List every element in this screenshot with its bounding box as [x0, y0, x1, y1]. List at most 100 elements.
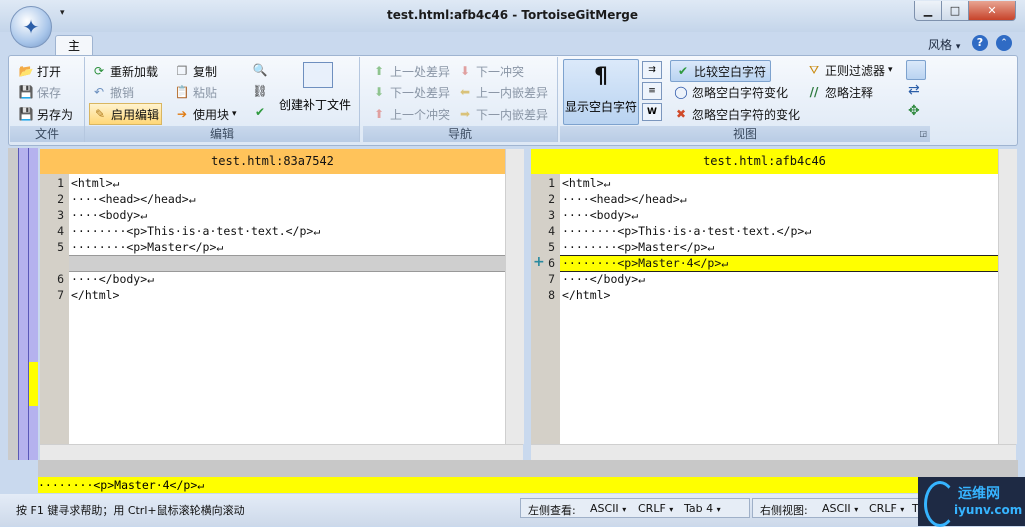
save-button[interactable]: 💾 保存: [18, 82, 62, 102]
ignore-whitespace-change-label: 忽略空白字符变化: [692, 85, 789, 100]
left-code-line: ····<head></head>↵: [71, 192, 196, 206]
left-code-line: ····</body>↵: [71, 272, 155, 286]
left-encoding-value: ASCII: [590, 502, 619, 515]
copy-button[interactable]: ❐ 复制: [174, 61, 217, 81]
right-arrow-icon: ➡: [459, 107, 471, 121]
reload-label: 重新加载: [110, 64, 159, 79]
style-menu[interactable]: 风格 ▾: [928, 36, 960, 53]
chevron-down-icon: ▾: [669, 505, 674, 514]
ignore-whitespace-change-option[interactable]: ◯ 忽略空白字符变化: [673, 82, 788, 102]
regex-filter-button[interactable]: ⛛ 正则过滤器 ▾: [806, 60, 893, 80]
ignore-whitespace-changes-option[interactable]: ✖ 忽略空白字符的变化: [673, 104, 800, 124]
right-pane-horizontal-scrollbar[interactable]: [531, 444, 1016, 461]
right-eol-dropdown[interactable]: CRLF ▾: [869, 502, 904, 515]
maximize-button[interactable]: □: [941, 1, 969, 21]
help-icon[interactable]: ?: [972, 35, 988, 51]
collapse-icon[interactable]: ✥: [908, 103, 920, 119]
style-menu-label: 风格: [928, 38, 953, 52]
location-bar-divider: [28, 148, 29, 460]
right-code-line: </html>: [562, 288, 611, 302]
show-whitespace-label: 显示空白字符: [564, 100, 637, 114]
right-pane-header: test.html:afb4c46: [531, 149, 998, 174]
find-icon[interactable]: 🔍: [252, 62, 268, 78]
next-diff-button[interactable]: ⬇ 下一处差异: [371, 82, 450, 102]
watermark-domain: iyunv.com: [954, 503, 1023, 517]
right-view-label: 右侧视图:: [760, 504, 808, 517]
left-pane-header: test.html:83a7542: [40, 149, 505, 174]
collapse-ribbon-icon[interactable]: ⌃: [996, 35, 1012, 51]
next-inline-diff-label: 下一内嵌差异: [476, 107, 549, 122]
pilcrow-icon: ¶: [594, 64, 608, 89]
right-code-line: <html>↵: [562, 176, 611, 190]
left-encoding-dropdown[interactable]: ASCII ▾: [590, 502, 626, 515]
left-line-number: 2: [57, 192, 64, 206]
prev-conflict-button[interactable]: ⬆ 上一个冲突: [371, 104, 450, 124]
maximize-icon: □: [949, 4, 961, 17]
save-as-button[interactable]: 💾 另存为: [18, 104, 74, 124]
radio-circle-icon: ◯: [674, 85, 688, 99]
group-view: ¶ 显示空白字符 ⇉ ≡ W ✔ 比较空白字符 ◯ 忽略空白字符变化 ✖ 忽略空白字符…: [560, 57, 930, 142]
next-conflict-label: 下一冲突: [476, 64, 525, 79]
word-diff-icon[interactable]: W: [642, 103, 662, 121]
open-button[interactable]: 📂 打开: [18, 61, 62, 81]
reload-button[interactable]: ⟳ 重新加载: [91, 61, 158, 81]
minimize-button[interactable]: ▁: [914, 1, 942, 21]
swap-sides-icon[interactable]: ⇄: [908, 82, 920, 98]
chevron-down-icon: ▾: [622, 505, 627, 514]
right-pane-vertical-scrollbar[interactable]: [998, 149, 1017, 444]
prev-inline-diff-button[interactable]: ⬅ 上一内嵌差异: [457, 82, 548, 102]
goto-line-icon[interactable]: ⛓: [252, 83, 268, 99]
open-label: 打开: [37, 64, 62, 79]
prev-diff-button[interactable]: ⬆ 上一处差异: [371, 61, 450, 81]
close-button[interactable]: ✕: [968, 1, 1016, 21]
show-whitespace-button[interactable]: ¶ 显示空白字符: [563, 59, 639, 125]
line-diff-bar-icon[interactable]: ≡: [642, 82, 662, 100]
chevron-down-icon: ▾: [232, 109, 237, 119]
compare-whitespace-option[interactable]: ✔ 比较空白字符: [670, 60, 772, 82]
group-navigation-label: 导航: [363, 126, 557, 142]
next-conflict-button[interactable]: ⬇ 下一冲突: [457, 61, 524, 81]
right-line-number: 1: [548, 176, 555, 190]
group-navigation: ⬆ 上一处差异 ⬇ 下一处差异 ⬆ 上一个冲突 ⬇ 下一冲突 ⬅ 上一内嵌差异 ➡ 下一内嵌…: [363, 57, 558, 142]
comment-slash-icon: //: [809, 85, 819, 99]
undo-button[interactable]: ↶ 撤销: [91, 82, 134, 102]
left-arrow-icon: ⬅: [459, 85, 471, 99]
left-code-line: ····<body>↵: [71, 208, 148, 222]
use-block-icon: ➔: [176, 107, 188, 121]
app-menu-button[interactable]: ✦: [10, 6, 52, 48]
use-block-button[interactable]: ➔ 使用块 ▾: [174, 104, 237, 124]
dialog-launcher-icon[interactable]: ◲: [919, 126, 927, 142]
create-patch-button[interactable]: 创建补丁文件: [275, 60, 355, 122]
two-pane-view-icon[interactable]: [906, 60, 926, 80]
paste-icon: 📋: [174, 85, 190, 99]
left-eol-dropdown[interactable]: CRLF ▾: [638, 502, 673, 515]
right-line-number: 2: [548, 192, 555, 206]
right-encoding-dropdown[interactable]: ASCII ▾: [822, 502, 858, 515]
enable-edit-button[interactable]: ✎ 启用编辑: [89, 103, 163, 125]
left-pane-horizontal-scrollbar[interactable]: [40, 444, 523, 461]
status-help-text: 按 F1 键寻求帮助；用 Ctrl+鼠标滚轮横向滚动: [16, 504, 245, 517]
tab-main[interactable]: 主: [55, 35, 93, 57]
wrap-lines-icon[interactable]: ⇉: [642, 61, 662, 79]
left-line-number: 7: [57, 288, 64, 302]
watermark-text: 运维网: [958, 486, 1000, 502]
left-tab-dropdown[interactable]: Tab 4 ▾: [684, 502, 721, 515]
ignore-comments-label: 忽略注释: [825, 85, 874, 100]
left-line-number: 6: [57, 272, 64, 286]
tortoise-logo-icon: ✦: [22, 15, 40, 39]
compare-whitespace-label: 比较空白字符: [694, 64, 767, 79]
right-line-number: 7: [548, 272, 555, 286]
right-code-line: ········<p>Master·4</p>↵: [562, 256, 729, 270]
right-code-line: ····</body>↵: [562, 272, 646, 286]
right-line-number: 8: [548, 288, 555, 302]
patch-file-icon: [303, 62, 333, 88]
mark-resolved-icon[interactable]: ✔: [252, 104, 268, 120]
cross-icon: ✖: [675, 107, 687, 121]
next-inline-diff-button[interactable]: ➡ 下一内嵌差异: [457, 104, 548, 124]
ignore-comments-button[interactable]: // 忽略注释: [806, 82, 873, 102]
save-as-icon: 💾: [18, 107, 34, 121]
left-pane-vertical-scrollbar[interactable]: [505, 149, 524, 444]
location-bar-divider: [18, 148, 19, 460]
paste-button[interactable]: 📋 粘贴: [174, 82, 218, 102]
up-arrow-icon: ⬆: [373, 64, 385, 78]
